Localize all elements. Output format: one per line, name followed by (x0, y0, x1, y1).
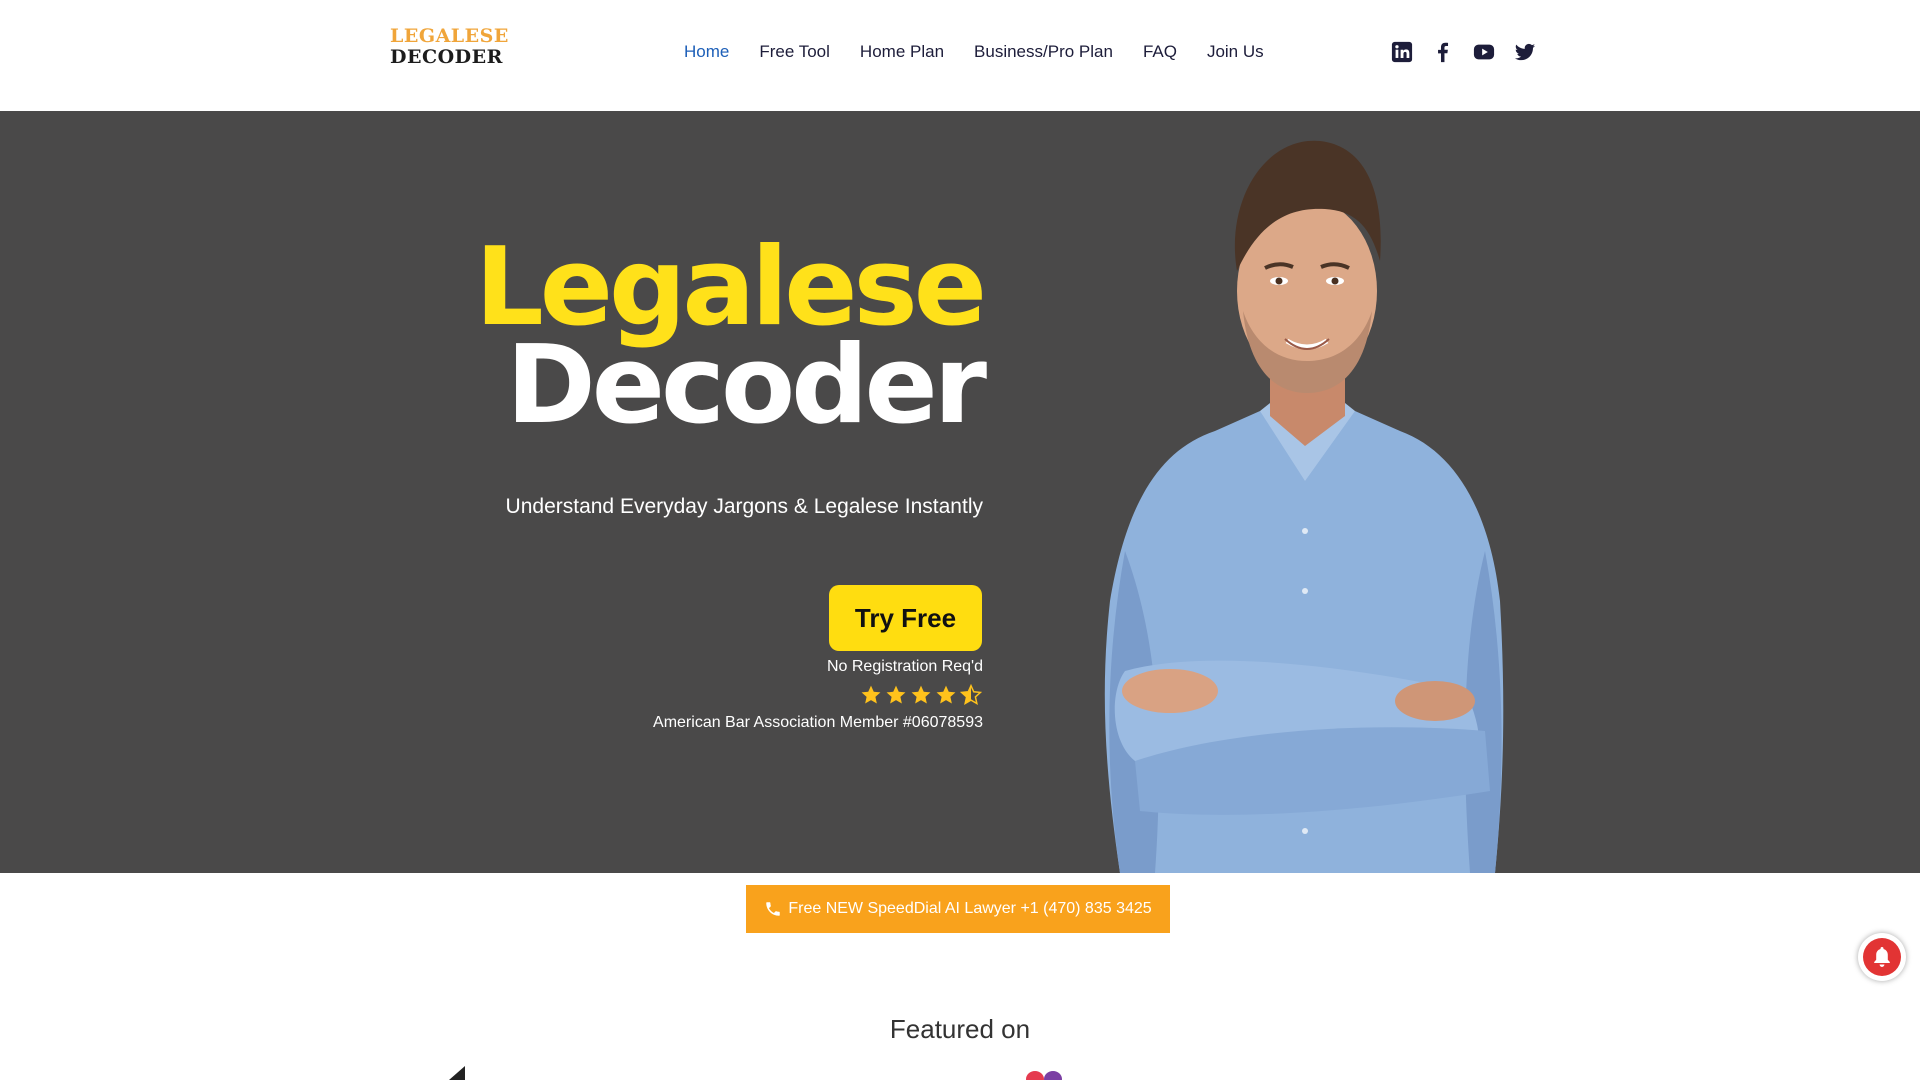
no-registration-note: No Registration Req'd (826, 658, 983, 675)
social-links (1391, 41, 1555, 63)
hero-title: Legalese Decoder (475, 234, 987, 448)
facebook-icon[interactable] (1432, 41, 1454, 63)
star-icon (860, 684, 882, 706)
notification-bell-button[interactable] (1858, 933, 1906, 981)
main-nav: Home Free Tool Home Plan Business/Pro Pl… (684, 42, 1294, 62)
nav-home[interactable]: Home (684, 42, 729, 62)
linkedin-icon[interactable] (1391, 41, 1413, 63)
hero-section: Legalese Decoder Understand Everyday Jar… (0, 111, 1920, 873)
site-header: LEGALESE DECODER Home Free Tool Home Pla… (0, 0, 1920, 110)
phone-icon (764, 900, 782, 918)
nav-faq[interactable]: FAQ (1143, 42, 1177, 62)
star-icon (935, 684, 957, 706)
nav-business-pro-plan[interactable]: Business/Pro Plan (974, 42, 1113, 62)
bell-icon (1863, 938, 1901, 976)
speeddial-button[interactable]: Free NEW SpeedDial AI Lawyer +1 (470) 83… (746, 885, 1170, 933)
logo-line2: DECODER (390, 46, 503, 68)
featured-logo-center-fragment (1026, 1071, 1062, 1080)
youtube-icon[interactable] (1473, 41, 1495, 63)
twitter-icon[interactable] (1514, 41, 1536, 63)
featured-heading: Featured on (889, 1014, 1031, 1044)
nav-join-us[interactable]: Join Us (1207, 42, 1264, 62)
speeddial-label: Free NEW SpeedDial AI Lawyer +1 (470) 83… (788, 900, 1152, 917)
logo-line1: LEGALESE (390, 25, 509, 47)
hero-title-line2: Decoder (506, 323, 987, 448)
hero-person-image (1104, 140, 1504, 873)
try-free-button[interactable]: Try Free (829, 585, 982, 651)
star-icon (885, 684, 907, 706)
aba-member-text: American Bar Association Member #0607859… (653, 714, 983, 731)
star-rating (860, 684, 985, 706)
site-logo[interactable]: LEGALESE DECODER (390, 25, 509, 68)
featured-logo-left-fragment (449, 1066, 465, 1080)
nav-free-tool[interactable]: Free Tool (759, 42, 830, 62)
hero-subtitle: Understand Everyday Jargons & Legalese I… (505, 495, 983, 518)
nav-home-plan[interactable]: Home Plan (860, 42, 944, 62)
half-star-icon (960, 684, 982, 706)
star-icon (910, 684, 932, 706)
